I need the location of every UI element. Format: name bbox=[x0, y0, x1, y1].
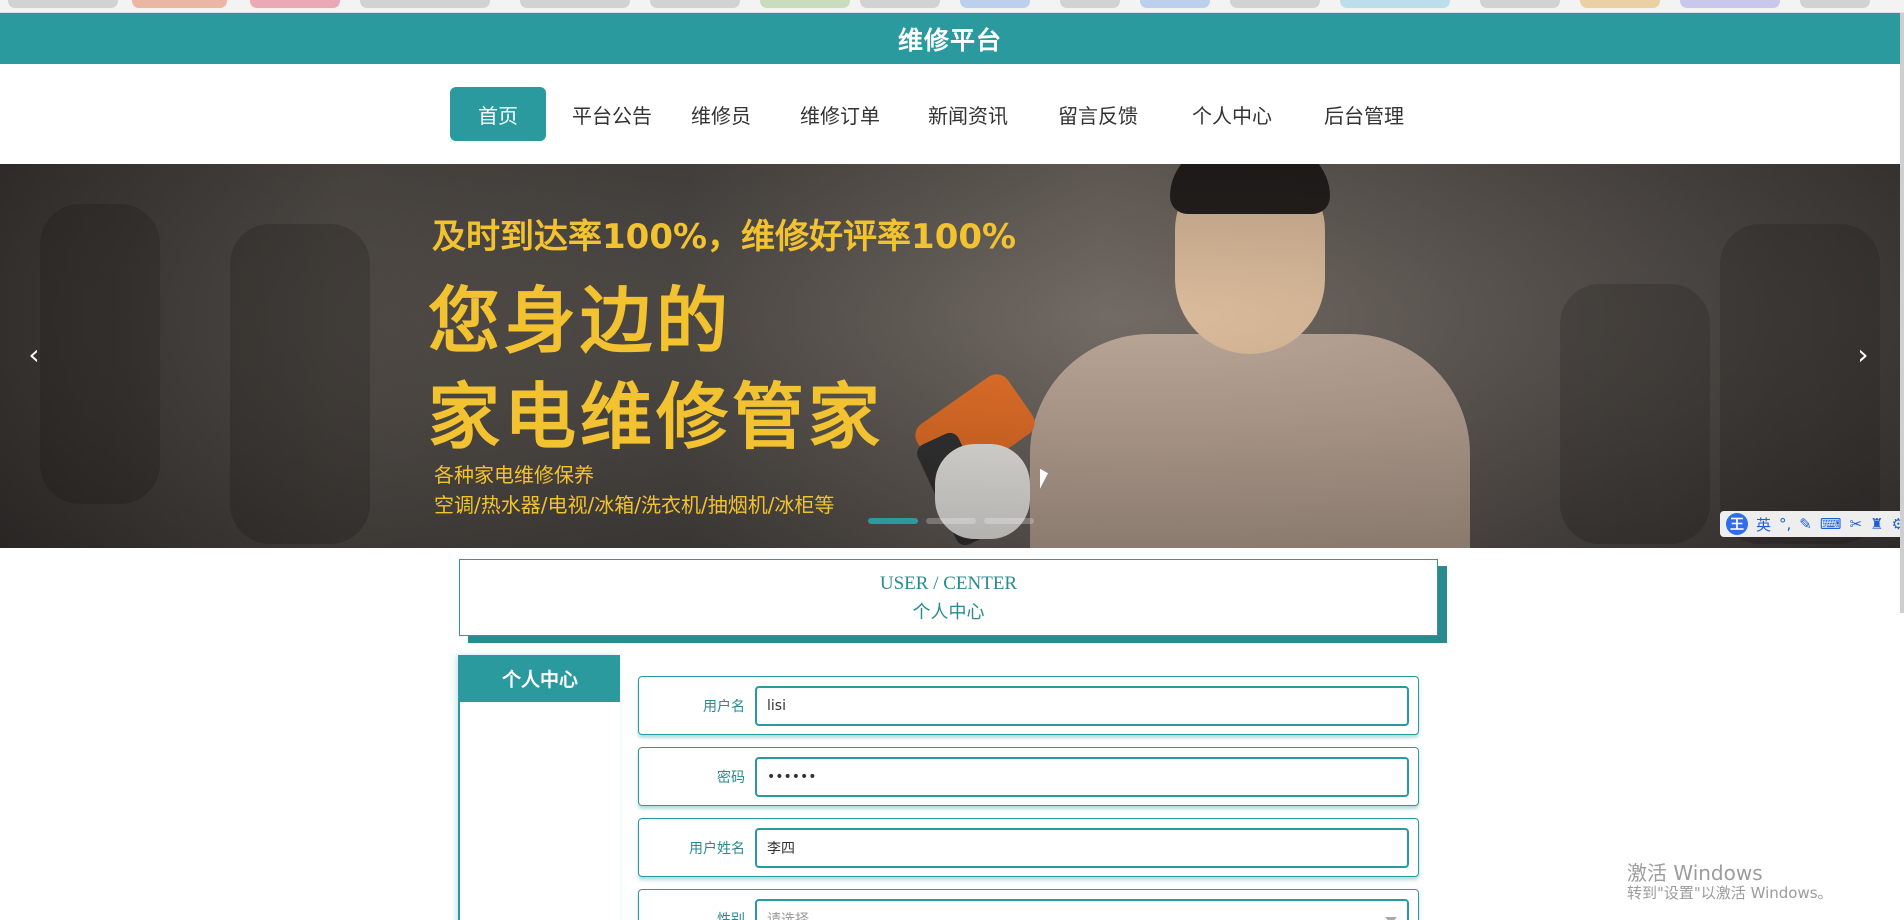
nav-item-user-center[interactable]: 个人中心 bbox=[1190, 87, 1274, 141]
ime-keyboard-icon[interactable]: ⌨ bbox=[1820, 515, 1842, 533]
username-row: 用户名 lisi bbox=[638, 676, 1419, 735]
banner-subtext-1: 各种家电维修保养 bbox=[434, 463, 594, 487]
hero-carousel[interactable]: 及时到达率100%，维修好评率100% 您身边的 家电维修管家 各种家电维修保养… bbox=[0, 164, 1900, 548]
section-header-en: USER / CENTER bbox=[879, 573, 1018, 594]
page-scrollbar[interactable] bbox=[1900, 13, 1904, 613]
carousel-dot[interactable] bbox=[868, 518, 918, 524]
ime-toolbar[interactable]: 王 英 °, ✎ ⌨ ✂ ♜ ⚙ bbox=[1720, 511, 1900, 537]
site-title: 维修平台 bbox=[897, 25, 1002, 55]
browser-bookmarks-bar bbox=[0, 0, 1904, 13]
fullname-label: 用户姓名 bbox=[689, 840, 745, 857]
fullname-row: 用户姓名 李四 bbox=[638, 818, 1419, 877]
mouse-cursor-icon bbox=[1040, 468, 1048, 494]
section-header-cn: 个人中心 bbox=[912, 602, 985, 622]
chevron-left-icon: ‹ bbox=[28, 337, 40, 371]
username-field[interactable]: lisi bbox=[755, 686, 1409, 726]
banner-headline-2: 家电维修管家 bbox=[428, 375, 885, 459]
user-center-sidebar: 个人中心 bbox=[458, 655, 620, 920]
password-field[interactable]: •••••• bbox=[755, 757, 1409, 797]
nav-item-announcements[interactable]: 平台公告 bbox=[570, 87, 654, 141]
ime-scissors-icon[interactable]: ✂ bbox=[1850, 515, 1863, 533]
page: 维修平台 首页 平台公告 维修员 维修订单 新闻资讯 留言反馈 个人中心 后台管… bbox=[0, 0, 1904, 920]
section-header: USER / CENTER 个人中心 bbox=[459, 559, 1438, 636]
gender-select[interactable]: 请选择 bbox=[755, 899, 1409, 920]
nav-item-admin[interactable]: 后台管理 bbox=[1322, 87, 1406, 141]
main-nav: 首页 平台公告 维修员 维修订单 新闻资讯 留言反馈 个人中心 后台管理 bbox=[450, 87, 1406, 141]
chevron-right-icon: › bbox=[1857, 337, 1869, 371]
gender-row: 性别 请选择 bbox=[638, 889, 1419, 920]
fullname-field[interactable]: 李四 bbox=[755, 828, 1409, 868]
windows-activation-text: 转到"设置"以激活 Windows。 bbox=[1627, 884, 1833, 902]
carousel-prev-button[interactable]: ‹ bbox=[14, 334, 54, 374]
nav-item-technicians[interactable]: 维修员 bbox=[690, 87, 752, 141]
banner-tagline: 及时到达率100%，维修好评率100% bbox=[432, 217, 1017, 257]
carousel-dot[interactable] bbox=[926, 518, 976, 524]
site-title-bar: 维修平台 bbox=[0, 13, 1900, 64]
username-label: 用户名 bbox=[703, 698, 745, 715]
ime-logo-icon[interactable]: 王 bbox=[1726, 513, 1748, 535]
sidebar-title[interactable]: 个人中心 bbox=[460, 655, 620, 702]
banner-headline-1: 您身边的 bbox=[428, 279, 733, 363]
gender-select-placeholder: 请选择 bbox=[767, 912, 809, 920]
nav-item-news[interactable]: 新闻资讯 bbox=[926, 87, 1010, 141]
nav-item-home[interactable]: 首页 bbox=[450, 87, 546, 141]
ime-settings-icon[interactable]: ⚙ bbox=[1892, 515, 1900, 533]
ime-skin-icon[interactable]: ♜ bbox=[1870, 515, 1883, 533]
banner-subtext-2: 空调/热水器/电视/冰箱/洗衣机/抽烟机/冰柜等 bbox=[434, 493, 835, 517]
ime-mode[interactable]: 英 bbox=[1756, 514, 1771, 535]
carousel-next-button[interactable]: › bbox=[1843, 334, 1883, 374]
gender-label: 性别 bbox=[717, 911, 745, 920]
ime-pen-icon[interactable]: ✎ bbox=[1799, 515, 1812, 533]
password-row: 密码 •••••• bbox=[638, 747, 1419, 806]
ime-dot-icon[interactable]: °, bbox=[1779, 515, 1791, 533]
carousel-indicators bbox=[868, 518, 1034, 524]
nav-item-orders[interactable]: 维修订单 bbox=[798, 87, 882, 141]
nav-item-feedback[interactable]: 留言反馈 bbox=[1056, 87, 1140, 141]
password-label: 密码 bbox=[717, 769, 745, 786]
carousel-dot[interactable] bbox=[984, 518, 1034, 524]
